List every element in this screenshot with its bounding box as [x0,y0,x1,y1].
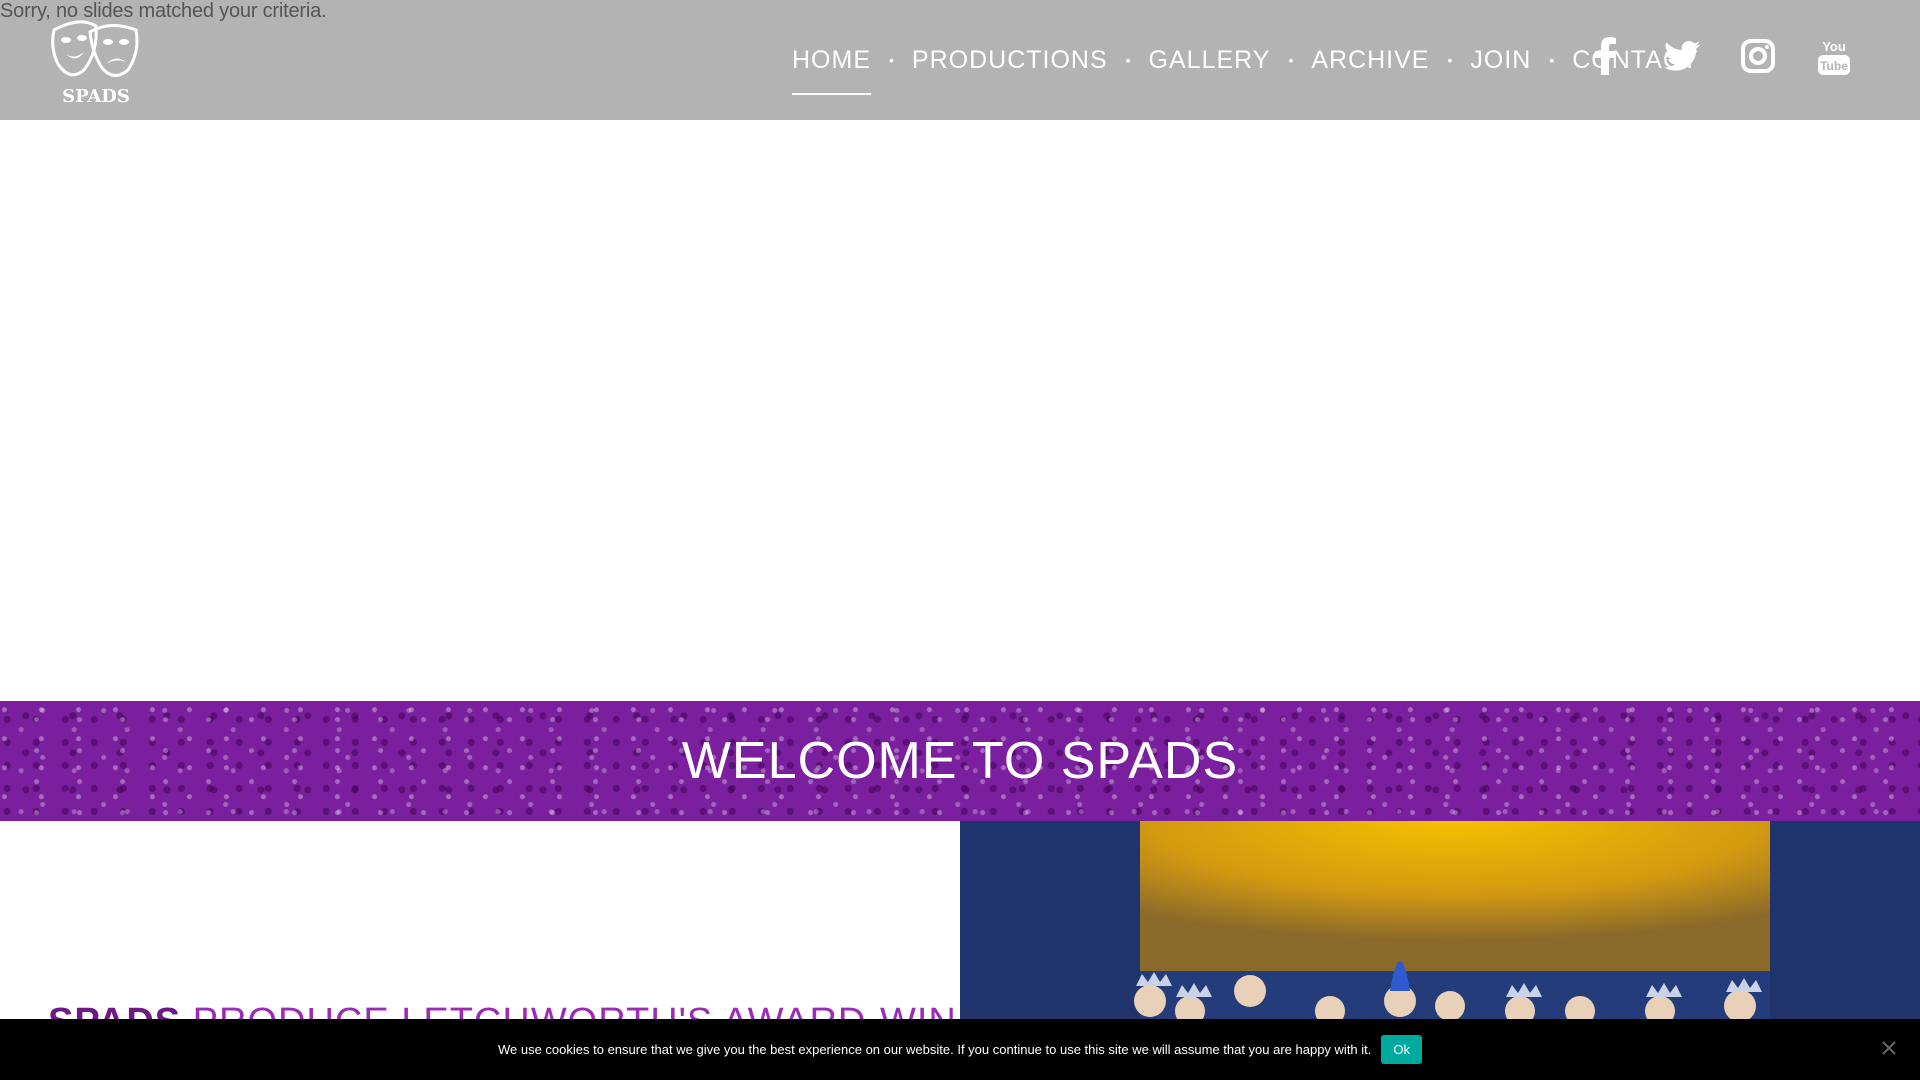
close-icon[interactable] [1878,1037,1900,1059]
youtube-icon[interactable]: You Tube [1812,34,1856,78]
nav-productions[interactable]: PRODUCTIONS [912,46,1108,75]
nav-join[interactable]: JOIN [1470,46,1531,75]
youtube-you-text: You [1822,39,1846,54]
nav-separator: • [1125,52,1131,68]
nav-archive[interactable]: ARCHIVE [1311,46,1429,75]
logo-text: SPADS [62,86,130,107]
nav-separator: • [889,52,894,68]
spads-logo[interactable]: SPADS [40,12,152,108]
nav-separator: • [1549,52,1555,68]
main-nav: HOME • PRODUCTIONS • GALLERY • ARCHIVE •… [792,0,1698,120]
cookie-banner: We use cookies to ensure that we give yo… [0,1019,1920,1080]
twitter-icon[interactable] [1660,34,1704,78]
social-links: You Tube [1584,34,1856,78]
cookie-message: We use cookies to ensure that we give yo… [497,1042,1372,1057]
facebook-icon[interactable] [1584,34,1628,78]
nav-gallery[interactable]: GALLERY [1149,46,1271,75]
nav-separator: • [1288,52,1294,68]
nav-home[interactable]: HOME [792,46,871,95]
cookie-ok-button[interactable]: Ok [1381,1035,1423,1064]
youtube-tube-text: Tube [1820,59,1848,73]
hero-slider-area [0,120,1920,701]
slider-empty-message: Sorry, no slides matched your criteria. [0,0,327,22]
nav-separator: • [1447,52,1453,68]
instagram-icon[interactable] [1736,34,1780,78]
welcome-title: WELCOME TO SPADS [681,732,1239,790]
welcome-banner: WELCOME TO SPADS [0,701,1920,821]
